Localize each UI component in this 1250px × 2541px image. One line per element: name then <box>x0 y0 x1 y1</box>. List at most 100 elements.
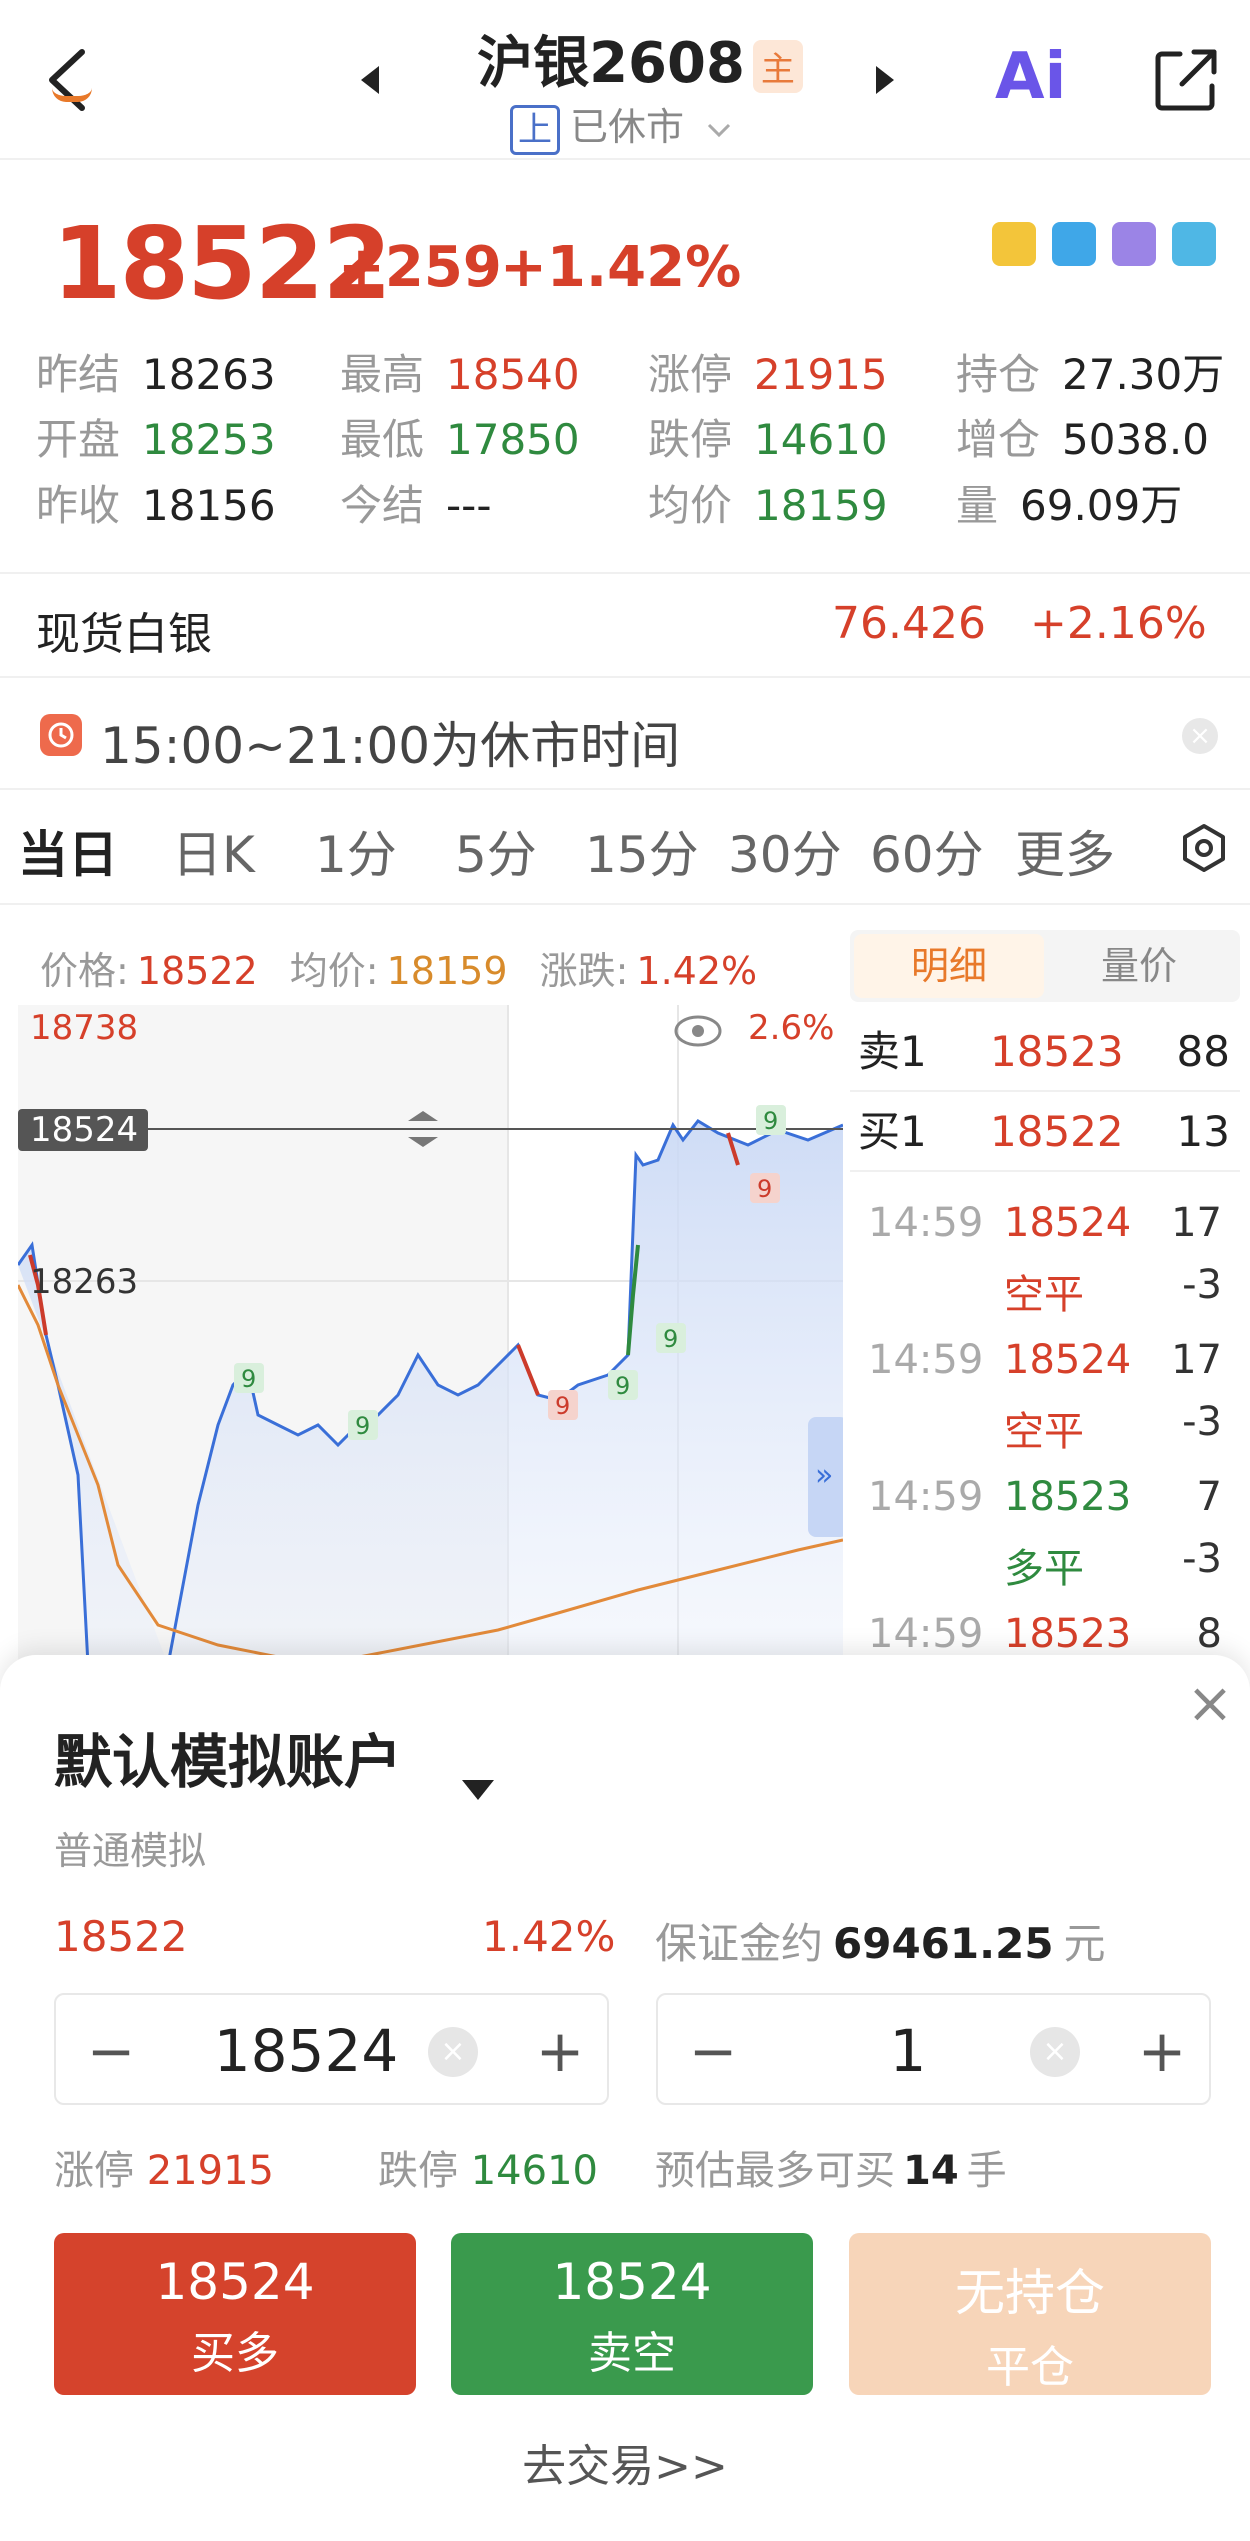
exchange-tag: 上 <box>510 104 560 155</box>
tab-period[interactable]: 当日 <box>18 815 118 887</box>
prev-settle-price: 18263 <box>30 1262 138 1302</box>
ai-assistant-button[interactable]: Ai <box>995 40 1085 120</box>
svg-text:9: 9 <box>615 1372 630 1400</box>
quantity-stepper: − 1 × + <box>656 1993 1211 2105</box>
tick-price: 18523 <box>1004 1474 1132 1520</box>
limit-down: 跌停 14610 <box>378 2138 598 2196</box>
stat-item: 均价 18159 <box>648 476 888 536</box>
tick-price: 18524 <box>1004 1337 1132 1383</box>
account-name[interactable]: 默认模拟账户 <box>54 1715 402 1799</box>
signal-marker: 9 <box>348 1410 378 1440</box>
top-bar: 沪银2608 主 上已休市 Ai <box>0 0 1250 160</box>
quantity-input[interactable]: 1 <box>768 1995 1048 2107</box>
stat-item: 昨收 18156 <box>36 476 276 536</box>
orderbook-qty: 88 <box>1176 1027 1230 1076</box>
spot-name: 现货白银 <box>36 609 212 660</box>
chevron-left-icon <box>49 49 85 111</box>
tick-row: 14:59 18523 7 多平 -3 <box>850 1474 1240 1610</box>
stat-value: 27.30万 <box>1062 350 1225 399</box>
stat-item: 量 69.09万 <box>956 476 1182 536</box>
orderbook-price: 18522 <box>990 1107 1124 1156</box>
stat-label: 涨停 <box>648 350 733 399</box>
stat-value: 18263 <box>142 350 276 399</box>
stat-value: --- <box>446 481 492 530</box>
tab-period[interactable]: 15分 <box>585 815 699 887</box>
tick-price: 18523 <box>1004 1611 1132 1657</box>
price-minus-button[interactable]: − <box>86 2013 136 2089</box>
intraday-chart[interactable]: 18524 18738 2.6% 18263 » 9 9 9 9 9 9 9 <box>18 1005 843 1665</box>
go-trade-link[interactable]: 去交易>> <box>0 2430 1250 2494</box>
signal-marker: 9 <box>750 1173 780 1203</box>
stat-label: 今结 <box>340 481 425 530</box>
stat-label: 最低 <box>340 415 425 464</box>
chg-value: 1.42% <box>636 949 758 993</box>
ai-icon: Ai <box>995 40 1067 114</box>
notice-close-icon[interactable]: × <box>1182 718 1218 754</box>
contract-title[interactable]: 沪银2608 主 <box>460 18 820 96</box>
stat-item: 增仓 5038.0 <box>956 410 1209 470</box>
buy-long-button[interactable]: 18524 买多 <box>54 2233 416 2395</box>
stat-label: 开盘 <box>36 415 121 464</box>
search-tool-icon[interactable] <box>992 222 1036 266</box>
back-button[interactable] <box>40 40 100 120</box>
svg-text:9: 9 <box>763 1107 778 1135</box>
stat-item: 今结 --- <box>340 476 491 536</box>
account-dropdown-icon[interactable] <box>462 1780 494 1800</box>
tick-row: 14:59 18524 17 空平 -3 <box>850 1200 1240 1336</box>
avg-label: 均价: <box>289 949 379 993</box>
tab-period[interactable]: 日K <box>172 815 255 887</box>
next-contract-button[interactable] <box>870 60 900 100</box>
stat-item: 昨结 18263 <box>36 345 276 405</box>
est-label: 预估最多可买 <box>655 2148 895 2194</box>
signal-marker: 9 <box>548 1390 578 1420</box>
sell-short-button[interactable]: 18524 卖空 <box>451 2233 813 2395</box>
tab-period[interactable]: 5分 <box>455 815 537 887</box>
chart-tool-icon[interactable] <box>1052 222 1096 266</box>
margin-unit: 元 <box>1063 1919 1106 1968</box>
tab-period[interactable]: 更多 <box>1015 815 1115 887</box>
limit-down-label: 跌停 <box>378 2148 458 2194</box>
stat-value: 14610 <box>754 415 888 464</box>
chart-crosshair-info: 价格: 18522 均价: 18159 涨跌: 1.42% <box>40 940 765 995</box>
tab-period[interactable]: 1分 <box>315 815 397 887</box>
tick-vol: 8 <box>1196 1611 1222 1657</box>
market-status[interactable]: 上已休市 <box>510 96 770 155</box>
tick-vol: 17 <box>1171 1200 1222 1246</box>
tab-volume-price[interactable]: 量价 <box>1044 934 1234 998</box>
spot-silver-row[interactable]: 现货白银 76.426 +2.16% <box>0 572 1250 678</box>
limit-down-value: 14610 <box>470 2148 598 2194</box>
qty-clear-icon[interactable]: × <box>1030 2027 1080 2077</box>
previous-contract-button[interactable] <box>355 60 385 100</box>
limit-up: 涨停 21915 <box>54 2138 274 2196</box>
idea-tool-icon[interactable] <box>1112 222 1156 266</box>
orderbook-row: 买1 18522 13 <box>850 1092 1240 1172</box>
tab-detail[interactable]: 明细 <box>854 934 1044 998</box>
close-label: 平仓 <box>986 2342 1074 2393</box>
clock-icon <box>40 714 82 756</box>
limit-up-label: 涨停 <box>54 2148 134 2194</box>
stat-item: 最高 18540 <box>340 345 580 405</box>
est-unit: 手 <box>966 2148 1007 2194</box>
close-sheet-icon[interactable]: × <box>1186 1676 1234 1732</box>
orderbook-row: 卖1 18523 88 <box>850 1012 1240 1092</box>
qty-plus-button[interactable]: + <box>1137 2013 1187 2089</box>
chart-settings-button[interactable] <box>1178 822 1230 874</box>
tab-period[interactable]: 30分 <box>728 815 842 887</box>
analysis-tool-icon[interactable] <box>1172 222 1216 266</box>
qty-minus-button[interactable]: − <box>688 2013 738 2089</box>
chart-top-price: 18738 <box>30 1008 138 1048</box>
price-input[interactable]: 18524 <box>166 1995 446 2107</box>
close-position-button[interactable]: 无持仓 平仓 <box>849 2233 1211 2395</box>
tab-period[interactable]: 60分 <box>870 815 984 887</box>
share-button[interactable] <box>1150 44 1222 116</box>
share-icon <box>1155 49 1217 111</box>
price-clear-icon[interactable]: × <box>428 2027 478 2077</box>
notice-text: 15:00~21:00为休市时间 <box>100 717 681 775</box>
account-type: 普通模拟 <box>54 1829 207 1873</box>
sell-price: 18524 <box>552 2253 712 2311</box>
tick-delta: -3 <box>1182 1536 1222 1582</box>
buy-label: 买多 <box>191 2328 279 2379</box>
price-label: 价格: <box>40 949 129 993</box>
chart-top-pct: 2.6% <box>748 1008 834 1048</box>
price-plus-button[interactable]: + <box>535 2013 585 2089</box>
